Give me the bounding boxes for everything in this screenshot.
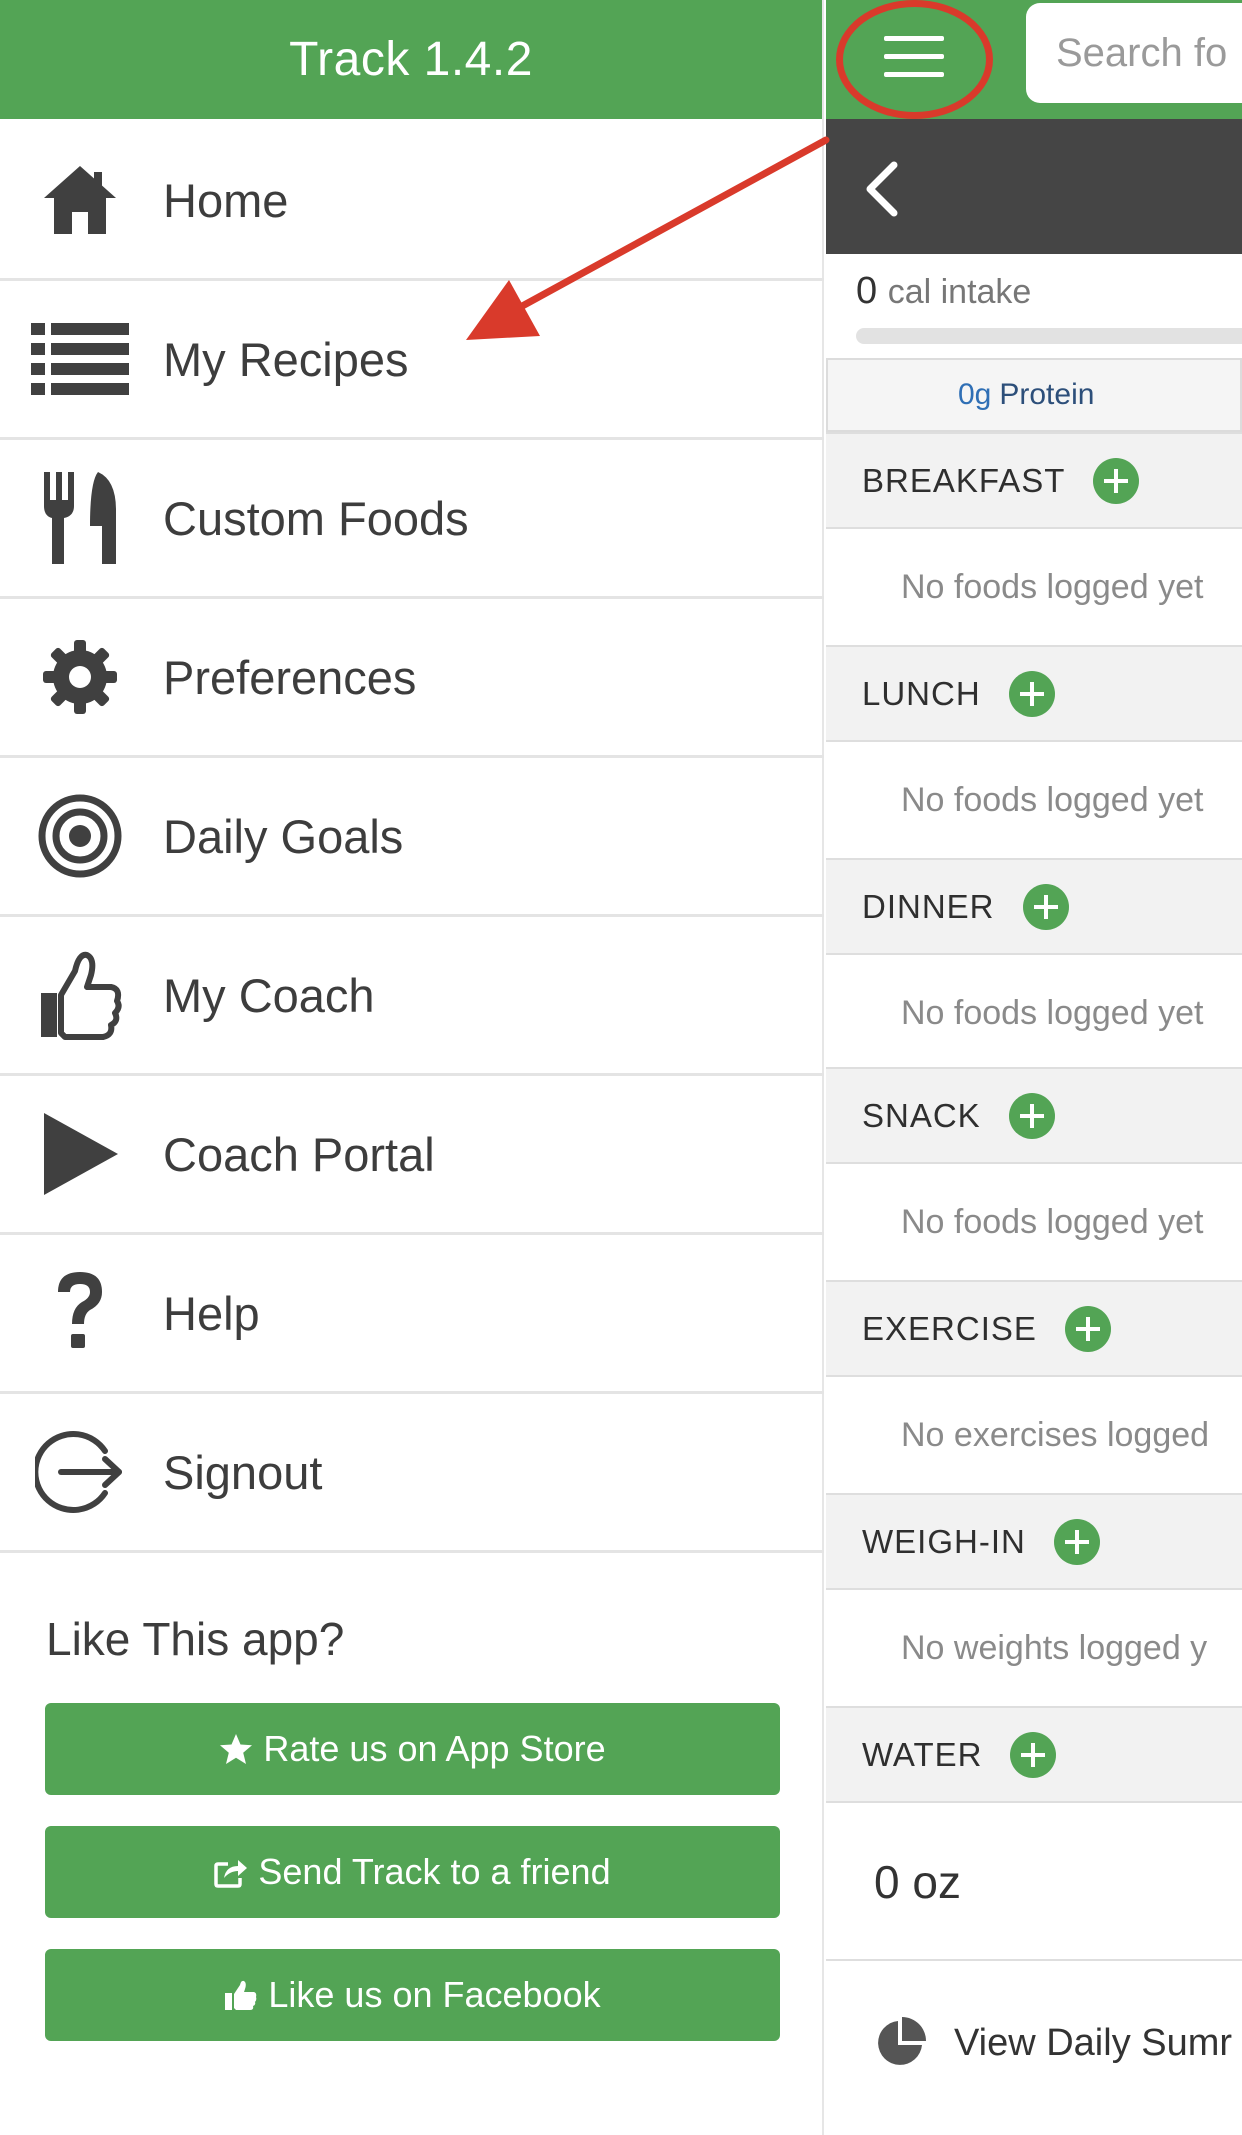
section-label: BREAKFAST — [862, 461, 1066, 499]
red-circle-annotation — [836, 0, 993, 119]
empty-state-text: No exercises logged — [901, 1415, 1210, 1454]
empty-state-row: No foods logged yet — [826, 955, 1242, 1071]
menu-item-help[interactable]: Help — [0, 1235, 824, 1394]
signout-icon — [30, 1422, 130, 1522]
target-icon — [30, 786, 130, 886]
empty-state-row: No foods logged yet — [826, 742, 1242, 858]
side-drawer: Track 1.4.2 Home My Recipes Custom Foods… — [0, 0, 824, 2135]
add-breakfast-button[interactable] — [1093, 457, 1140, 504]
add-dinner-button[interactable] — [1022, 883, 1069, 930]
home-icon — [30, 150, 130, 250]
menu-item-preferences[interactable]: Preferences — [0, 599, 824, 758]
star-icon — [219, 1733, 253, 1765]
empty-state-row: No exercises logged — [826, 1377, 1242, 1493]
menu-item-coach-portal[interactable]: Coach Portal — [0, 1076, 824, 1235]
list-icon — [30, 309, 130, 409]
app-title: Track 1.4.2 — [289, 33, 533, 86]
section-label: DINNER — [862, 887, 995, 925]
fork-knife-icon — [30, 468, 130, 568]
calorie-value: 0 — [856, 270, 878, 312]
water-amount-row: 0 oz — [826, 1805, 1242, 1961]
section-label: WATER — [862, 1735, 983, 1773]
menu-label-my-recipes: My Recipes — [163, 332, 409, 386]
empty-state-row: No foods logged yet — [826, 1164, 1242, 1280]
top-bar: Search fo — [826, 0, 1242, 119]
empty-state-text: No foods logged yet — [901, 993, 1204, 1032]
play-icon — [30, 1104, 130, 1204]
empty-state-text: No foods logged yet — [901, 780, 1204, 819]
menu-item-signout[interactable]: Signout — [0, 1394, 824, 1553]
main-panel: Search fo 0 cal intake 0g Protein BREAKF… — [826, 0, 1242, 2135]
menu-label-daily-goals: Daily Goals — [163, 809, 404, 863]
menu-item-home[interactable]: Home — [0, 122, 824, 281]
menu-label-my-coach: My Coach — [163, 968, 375, 1022]
section-label: LUNCH — [862, 674, 981, 712]
menu-label-signout: Signout — [163, 1445, 323, 1499]
protein-tab[interactable]: 0g Protein — [826, 358, 1242, 432]
menu-item-my-coach[interactable]: My Coach — [0, 917, 824, 1076]
add-exercise-button[interactable] — [1064, 1305, 1111, 1352]
menu-label-coach-portal: Coach Portal — [163, 1127, 435, 1181]
share-icon — [214, 1856, 248, 1888]
protein-value: 0g — [958, 378, 992, 411]
thumbs-up-icon — [30, 945, 130, 1045]
empty-state-text: No foods logged yet — [901, 567, 1204, 606]
like-facebook-button[interactable]: Like us on Facebook — [45, 1949, 780, 2041]
view-daily-summary-button[interactable]: View Daily Sumr — [826, 1963, 1242, 2123]
section-header-water: WATER — [826, 1706, 1242, 1803]
menu-item-custom-foods[interactable]: Custom Foods — [0, 440, 824, 599]
menu-item-my-recipes[interactable]: My Recipes — [0, 281, 824, 440]
view-daily-summary-label: View Daily Sumr — [954, 2021, 1233, 2064]
empty-state-text: No weights logged y — [901, 1628, 1208, 1667]
calorie-label: cal intake — [887, 273, 1032, 311]
menu-label-help: Help — [163, 1286, 260, 1340]
section-label: EXERCISE — [862, 1309, 1037, 1347]
menu-label-preferences: Preferences — [163, 650, 417, 704]
pie-chart-icon — [878, 2017, 926, 2065]
empty-state-text: No foods logged yet — [901, 1202, 1204, 1241]
section-header-breakfast: BREAKFAST — [826, 432, 1242, 529]
date-bar — [826, 119, 1242, 254]
section-header-exercise: EXERCISE — [826, 1280, 1242, 1377]
section-header-snack: SNACK — [826, 1067, 1242, 1164]
like-app-heading: Like This app? — [46, 1613, 345, 1665]
water-amount: 0 oz — [874, 1856, 961, 1908]
add-lunch-button[interactable] — [1008, 670, 1055, 717]
menu-label-custom-foods: Custom Foods — [163, 491, 469, 545]
calorie-progress-bar — [856, 328, 1242, 344]
thumbs-up-icon — [224, 1979, 258, 2011]
back-chevron-icon[interactable] — [854, 159, 910, 219]
question-icon — [30, 1263, 130, 1363]
section-header-lunch: LUNCH — [826, 645, 1242, 742]
add-water-button[interactable] — [1010, 1731, 1057, 1778]
drawer-header: Track 1.4.2 — [0, 0, 822, 119]
protein-label: Protein — [999, 378, 1095, 411]
send-to-friend-button[interactable]: Send Track to a friend — [45, 1826, 780, 1918]
like-facebook-label: Like us on Facebook — [268, 1974, 601, 2015]
add-weigh-in-button[interactable] — [1053, 1518, 1100, 1565]
hamburger-menu-button[interactable] — [836, 0, 993, 119]
calorie-intake: 0 cal intake — [856, 270, 1031, 313]
rate-app-store-button[interactable]: Rate us on App Store — [45, 1703, 780, 1795]
send-to-friend-label: Send Track to a friend — [258, 1851, 611, 1892]
rate-app-store-label: Rate us on App Store — [263, 1728, 606, 1769]
search-placeholder: Search fo — [1056, 30, 1228, 75]
section-label: SNACK — [862, 1096, 981, 1134]
gear-icon — [30, 627, 130, 727]
menu-item-daily-goals[interactable]: Daily Goals — [0, 758, 824, 917]
section-header-dinner: DINNER — [826, 858, 1242, 955]
empty-state-row: No weights logged y — [826, 1590, 1242, 1706]
search-input[interactable]: Search fo — [1026, 3, 1242, 103]
empty-state-row: No foods logged yet — [826, 529, 1242, 645]
add-snack-button[interactable] — [1008, 1092, 1055, 1139]
section-header-weigh-in: WEIGH-IN — [826, 1493, 1242, 1590]
section-label: WEIGH-IN — [862, 1522, 1026, 1560]
menu-label-home: Home — [163, 173, 289, 227]
